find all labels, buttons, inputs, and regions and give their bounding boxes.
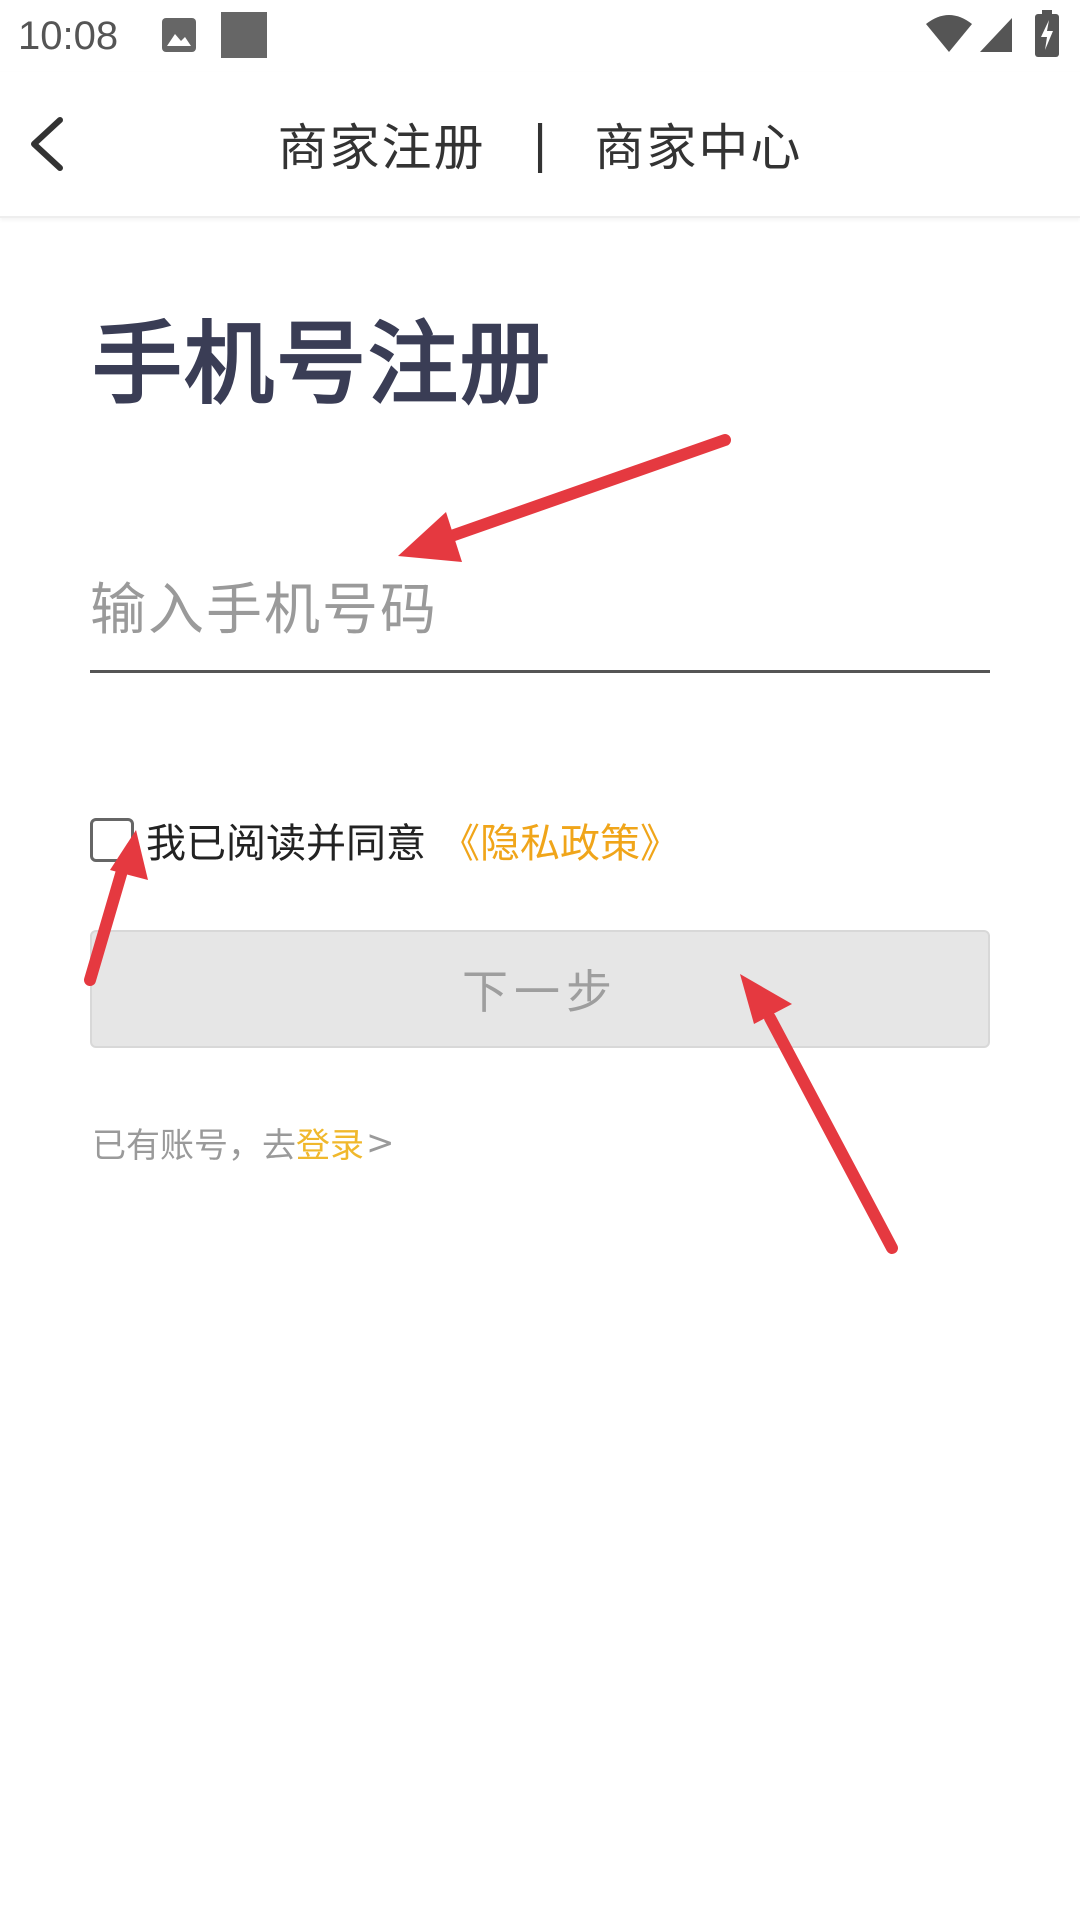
tab-separator: | <box>531 115 549 173</box>
login-arrow: > <box>366 1122 395 1163</box>
tab-merchant-register[interactable]: 商家注册 <box>278 108 486 180</box>
agree-text: 我已阅读并同意 <box>146 821 426 867</box>
status-bar: 10:08 <box>0 0 1080 72</box>
agree-checkbox[interactable] <box>90 818 134 862</box>
annotation-arrow-phone-input <box>398 434 731 562</box>
agree-row: 我已阅读并同意 《隐私政策》 <box>90 812 680 868</box>
square-icon <box>221 12 267 58</box>
login-prompt: 已有账号，去 <box>92 1126 296 1166</box>
next-step-button[interactable]: 下一步 <box>90 930 990 1048</box>
phone-field <box>90 560 990 673</box>
next-step-label: 下一步 <box>462 965 618 1019</box>
page-title: 手机号注册 <box>92 312 552 417</box>
login-link[interactable]: 登录 <box>296 1118 364 1167</box>
signal-icon <box>980 18 1012 52</box>
login-row: 已有账号，去 登录 > <box>92 1118 395 1167</box>
header-tabs: 商家注册 | 商家中心 <box>0 72 1080 216</box>
battery-charging-icon <box>1035 10 1059 57</box>
status-time: 10:08 <box>18 14 119 58</box>
phone-input[interactable] <box>90 560 990 660</box>
privacy-policy-link[interactable]: 《隐私政策》 <box>440 811 680 869</box>
tab-merchant-center[interactable]: 商家中心 <box>594 108 802 180</box>
image-icon <box>162 18 196 52</box>
app-header: 商家注册 | 商家中心 <box>0 72 1080 218</box>
wifi-icon <box>926 15 972 52</box>
